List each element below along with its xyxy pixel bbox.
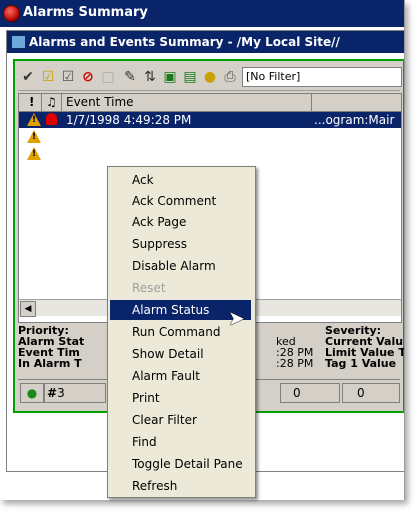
app-icon <box>3 5 20 22</box>
disable-icon[interactable]: □ <box>100 69 116 85</box>
filter-green-icon[interactable]: ▣ <box>162 69 178 85</box>
alarm-bell-icon <box>46 113 57 125</box>
mouse-cursor-icon: ➤ <box>228 306 245 330</box>
suppress-icon[interactable]: ⊘ <box>80 69 96 85</box>
menu-item-show-detail[interactable]: Show Detail <box>110 344 251 364</box>
window-title: Alarms Summary <box>23 5 148 20</box>
warning-icon <box>27 130 41 143</box>
menu-item-reset: Reset <box>132 281 166 295</box>
menu-item-suppress[interactable]: Suppress <box>110 234 251 254</box>
grid-header: ! ♫ Event Time <box>19 94 401 112</box>
warning-icon <box>27 147 41 160</box>
ack-page-icon[interactable]: ☑ <box>60 69 76 85</box>
menu-item-toggle-detail-pane[interactable]: Toggle Detail Pane <box>110 454 251 474</box>
toolbar: ✔ ☑ ☑ ⊘ □ ✎ ⇅ ▣ ▤ ● ⎙ [No Filter] <box>18 64 402 91</box>
status-count-total-value: 3 <box>57 386 65 400</box>
sort-icon[interactable]: ⇅ <box>142 69 158 85</box>
status-count-unacked: 0 <box>280 383 340 403</box>
status-count-total: #3 <box>44 383 106 403</box>
help-icon[interactable]: ● <box>202 69 218 85</box>
col-sep <box>61 94 62 111</box>
detail-in-alarm-label: In Alarm T <box>18 357 82 370</box>
menu-item-disable-alarm[interactable]: Disable Alarm <box>110 256 251 276</box>
hash-icon: # <box>47 386 58 400</box>
menu-item-ack-comment[interactable]: Ack Comment <box>110 191 251 211</box>
warning-icon <box>27 113 41 126</box>
table-row[interactable] <box>19 129 401 145</box>
col-sep <box>41 94 42 111</box>
menu-item-ack[interactable]: Ack <box>110 170 251 190</box>
status-count-severity: 0 <box>342 383 400 403</box>
run-command-icon[interactable]: ✎ <box>122 69 138 85</box>
scroll-left-icon[interactable]: ◀ <box>20 301 36 317</box>
row-source: ...ogram:Mair <box>314 113 395 127</box>
context-menu: Ack Ack Comment Ack Page Suppress Disabl… <box>107 166 256 498</box>
print-icon[interactable]: ⎙ <box>222 69 238 85</box>
table-row[interactable] <box>19 146 401 162</box>
detail-tag1-value-label: Tag 1 Value <box>325 357 397 370</box>
ack-check-icon[interactable]: ✔ <box>20 69 36 85</box>
row-event-time: 1/7/1998 4:49:28 PM <box>66 113 192 127</box>
menu-item-print[interactable]: Print <box>110 388 251 408</box>
filter-select[interactable]: [No Filter] <box>242 67 402 87</box>
col-sep <box>311 94 312 111</box>
status-ok-icon: ● <box>20 383 44 403</box>
window-titlebar[interactable]: Alarms Summary <box>0 0 404 27</box>
status-count-severity-value: 0 <box>357 386 365 400</box>
detail-icon[interactable]: ▤ <box>182 69 198 85</box>
menu-item-clear-filter[interactable]: Clear Filter <box>110 410 251 430</box>
panel-icon <box>11 35 26 49</box>
menu-item-alarm-fault[interactable]: Alarm Fault <box>110 366 251 386</box>
detail-in-alarm-value: :28 PM <box>276 357 314 370</box>
panel-title: Alarms and Events Summary - /My Local Si… <box>29 35 340 49</box>
ack-comment-icon[interactable]: ☑ <box>40 69 56 85</box>
menu-item-find[interactable]: Find <box>110 432 251 452</box>
bell-header-icon[interactable]: ♫ <box>46 95 57 109</box>
menu-item-ack-page[interactable]: Ack Page <box>110 212 251 232</box>
menu-item-refresh[interactable]: Refresh <box>110 476 251 496</box>
table-row[interactable]: 1/7/1998 4:49:28 PM ...ogram:Mair <box>19 112 401 128</box>
status-count-unacked-value: 0 <box>293 386 301 400</box>
col-event-time-header[interactable]: Event Time <box>66 95 134 109</box>
panel-titlebar: Alarms and Events Summary - /My Local Si… <box>7 31 404 53</box>
col-priority-header[interactable]: ! <box>29 95 34 109</box>
